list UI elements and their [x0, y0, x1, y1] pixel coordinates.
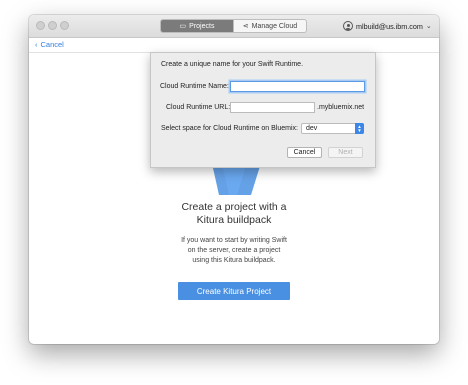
description-line-3: using this Kitura buildpack. [192, 257, 276, 264]
dialog-heading: Create a unique name for your Swift Runt… [161, 61, 304, 68]
project-title-line-2: Kitura buildpack [196, 214, 272, 226]
minimize-window-button[interactable] [48, 21, 57, 30]
next-button[interactable]: Next [328, 147, 363, 158]
next-button-label: Next [338, 149, 353, 156]
select-stepper-icon: ▲ ▼ [355, 123, 364, 134]
description-line-1: If you want to start by writing Swift [181, 237, 287, 244]
folder-icon: ▭ [179, 22, 187, 30]
create-kitura-project-label: Create Kitura Project [196, 286, 272, 296]
space-select-label: Select space for Cloud Runtime on Bluemi… [161, 125, 298, 132]
project-title-line-1: Create a project with a [181, 201, 287, 213]
chevron-left-icon: ‹ [35, 40, 38, 49]
chevron-down-icon: ⌄ [425, 23, 432, 30]
zoom-window-button[interactable] [60, 21, 69, 30]
back-cancel-link[interactable]: ‹ Cancel [35, 40, 64, 49]
runtime-url-label: Cloud Runtime URL: [166, 104, 231, 111]
space-select-value: dev [306, 125, 318, 132]
tab-manage-cloud-label: Manage Cloud [251, 22, 298, 30]
back-cancel-label: Cancel [40, 40, 64, 49]
space-select[interactable]: dev ▲ ▼ [301, 123, 364, 134]
close-window-button[interactable] [36, 21, 45, 30]
tab-manage-cloud[interactable]: ⋖ Manage Cloud [233, 20, 306, 32]
tab-projects[interactable]: ▭ Projects [161, 20, 233, 32]
app-window: ▭ Projects ⋖ Manage Cloud mlbuild@us.ibm… [29, 15, 439, 344]
cancel-button[interactable]: Cancel [287, 147, 322, 158]
title-bar: ▭ Projects ⋖ Manage Cloud mlbuild@us.ibm… [29, 15, 439, 38]
runtime-name-input[interactable] [230, 81, 365, 92]
create-kitura-project-button[interactable]: Create Kitura Project [178, 282, 290, 300]
project-description: If you want to start by writing Swift on… [29, 236, 439, 266]
runtime-name-label: Cloud Runtime Name: [160, 83, 229, 90]
user-email: mlbuild@us.ibm.com [356, 21, 423, 31]
cancel-button-label: Cancel [293, 149, 316, 156]
toolbar: ‹ Cancel [29, 38, 439, 53]
runtime-url-input[interactable] [230, 102, 315, 113]
description-line-2: on the server, create a project [187, 247, 281, 254]
cloud-share-icon: ⋖ [242, 22, 249, 30]
view-switcher: ▭ Projects ⋖ Manage Cloud [160, 19, 307, 33]
user-avatar-icon [343, 21, 353, 31]
project-title: Create a project with a Kitura buildpack [29, 201, 439, 227]
user-menu[interactable]: mlbuild@us.ibm.com ⌄ [343, 20, 432, 32]
runtime-url-suffix: .mybluemix.net [317, 104, 365, 111]
create-runtime-dialog: Create a unique name for your Swift Runt… [150, 52, 376, 168]
tab-projects-label: Projects [189, 22, 215, 30]
